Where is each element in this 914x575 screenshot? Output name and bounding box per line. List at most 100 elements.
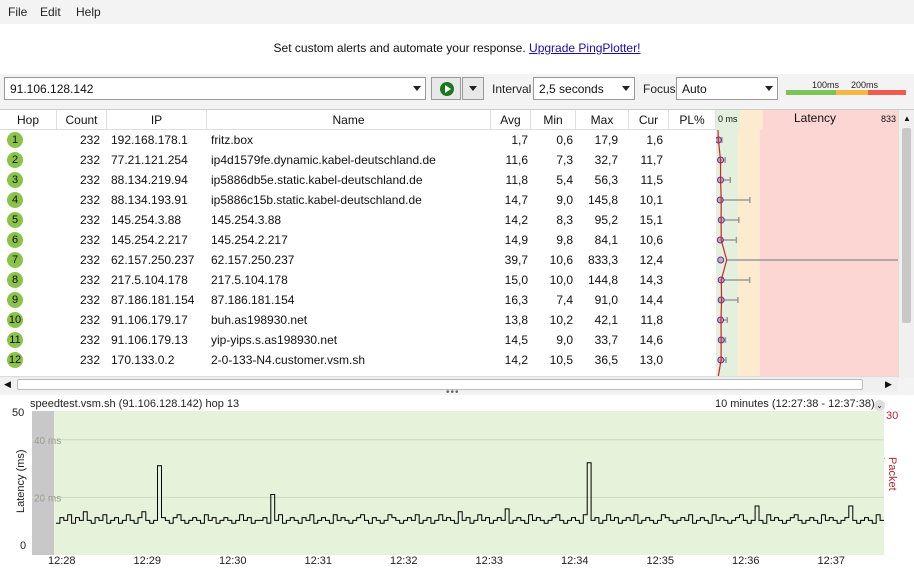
- cell-max: 95,2: [594, 213, 618, 227]
- scroll-thumb[interactable]: [902, 128, 911, 323]
- cell-max: 17,9: [594, 133, 618, 147]
- cell-min: 9,0: [556, 333, 573, 347]
- cell-min: 7,4: [556, 293, 573, 307]
- cell-name: 145.254.2.217: [211, 233, 288, 247]
- cell-max: 33,7: [594, 333, 618, 347]
- cell-cur: 12,4: [639, 253, 663, 267]
- cell-cur: 13,0: [639, 353, 663, 367]
- cell-ip: 87.186.181.154: [111, 293, 195, 307]
- grid-header: Hop Count IP Name Avg Min Max Cur PL% 0 …: [0, 110, 914, 130]
- cell-cur: 10,1: [639, 193, 663, 207]
- cell-avg: 11,6: [505, 153, 528, 167]
- cell-count: 232: [79, 313, 100, 327]
- cell-ip: 170.133.0.2: [111, 353, 175, 367]
- cell-max: 56,3: [594, 173, 618, 187]
- time-range[interactable]: 10 minutes (12:27:38 - 12:37:38): [715, 398, 875, 410]
- upgrade-link[interactable]: Upgrade PingPlotter!: [529, 41, 640, 55]
- x-tick-label: 12:37: [817, 555, 846, 567]
- col-max[interactable]: Max: [576, 110, 629, 130]
- menu-help[interactable]: Help: [76, 5, 101, 19]
- focus-label: Focus: [643, 82, 676, 96]
- col-ip[interactable]: IP: [107, 110, 207, 130]
- latency-zone-warn: [737, 130, 760, 378]
- toolbar: 91.106.128.142 Interval 2,5 seconds Focu…: [0, 74, 914, 104]
- col-count[interactable]: Count: [57, 110, 107, 130]
- start-options-button[interactable]: [462, 77, 484, 100]
- cell-min: 10,5: [549, 353, 573, 367]
- latency-header: 0 ms Latency 833: [716, 110, 898, 130]
- table-row[interactable]: 6 232 145.254.2.217 145.254.2.217 14,9 9,8 84,…: [0, 230, 716, 250]
- cell-cur: 1,6: [646, 133, 663, 147]
- cell-cur: 11,7: [640, 153, 663, 167]
- table-row[interactable]: 2 232 77.21.121.254 ip4d1579fe.dynamic.kabe…: [0, 150, 716, 170]
- table-row[interactable]: 3 232 88.134.219.94 ip5886db5e.static.kabel…: [0, 170, 716, 190]
- cell-max: 84,1: [594, 233, 618, 247]
- cell-count: 232: [79, 233, 100, 247]
- cell-max: 833,3: [587, 253, 618, 267]
- latency-scale-good: [786, 90, 836, 95]
- menu-edit[interactable]: Edit: [40, 5, 61, 19]
- hop-number-badge: 1: [7, 132, 23, 148]
- menu-file[interactable]: File: [8, 5, 27, 19]
- table-row[interactable]: 4 232 88.134.193.91 ip5886c15b.static.kabel…: [0, 190, 716, 210]
- cell-avg: 15,0: [504, 273, 528, 287]
- vertical-scrollbar[interactable]: ▲: [898, 110, 914, 378]
- cell-count: 232: [79, 353, 100, 367]
- start-trace-button[interactable]: [431, 77, 461, 100]
- col-hop[interactable]: Hop: [0, 110, 57, 130]
- chevron-down-icon: [765, 86, 773, 91]
- col-pl[interactable]: PL%: [669, 110, 716, 130]
- table-row[interactable]: 10 232 91.106.179.17 buh.as198930.net 13,8 10…: [0, 310, 716, 330]
- target-combobox[interactable]: 91.106.128.142: [4, 77, 426, 100]
- cell-ip: 91.106.179.13: [111, 333, 188, 347]
- table-row[interactable]: 12 232 170.133.0.2 2-0-133-N4.customer.vsm.…: [0, 350, 716, 370]
- table-row[interactable]: 7 232 62.157.250.237 62.157.250.237 39,7 10,6…: [0, 250, 716, 270]
- cell-ip: 88.134.219.94: [111, 173, 188, 187]
- cell-ip: 217.5.104.178: [111, 273, 188, 287]
- interval-value: 2,5 seconds: [539, 82, 604, 96]
- cell-min: 8,3: [556, 213, 573, 227]
- chevron-down-icon: [622, 86, 630, 91]
- interval-select[interactable]: 2,5 seconds: [533, 77, 635, 100]
- cell-avg: 11,8: [505, 173, 528, 187]
- scroll-up-icon[interactable]: ▲: [903, 114, 911, 123]
- table-row[interactable]: 9 232 87.186.181.154 87.186.181.154 16,3 7,4 9…: [0, 290, 716, 310]
- cell-cur: 14,6: [639, 333, 663, 347]
- chevron-down-icon[interactable]: [413, 86, 421, 91]
- col-avg[interactable]: Avg: [491, 110, 531, 130]
- latency-zone-bad: [759, 130, 898, 378]
- cell-ip: 145.254.3.88: [111, 213, 182, 227]
- hscroll-thumb[interactable]: [17, 379, 863, 390]
- x-tick-label: 12:35: [646, 555, 675, 567]
- cell-max: 36,5: [594, 353, 618, 367]
- cell-count: 232: [79, 293, 100, 307]
- cell-name: 62.157.250.237: [211, 253, 295, 267]
- x-tick-label: 12:28: [48, 555, 76, 567]
- table-row[interactable]: 8 232 217.5.104.178 217.5.104.178 15,0 10,0 14…: [0, 270, 716, 290]
- hop-number-badge: 12: [7, 352, 23, 368]
- scroll-right-icon[interactable]: ▶: [885, 379, 892, 390]
- cell-ip: 145.254.2.217: [111, 233, 188, 247]
- cell-count: 232: [79, 173, 100, 187]
- table-row[interactable]: 5 232 145.254.3.88 145.254.3.88 14,2 8,3 95,2 1…: [0, 210, 716, 230]
- latency-start: 0 ms: [718, 114, 738, 124]
- chart-background: [54, 411, 884, 555]
- chevron-down-icon[interactable]: ⌄: [874, 400, 885, 411]
- cell-min: 7,3: [556, 153, 573, 167]
- hop-number-badge: 11: [7, 332, 23, 348]
- target-value: 91.106.128.142: [10, 82, 94, 96]
- cell-name: ip5886db5e.static.kabel-deutschland.de: [211, 173, 423, 187]
- hop-title: speedtest.vsm.sh (91.106.128.142) hop 13: [30, 398, 240, 410]
- table-row[interactable]: 1 232 192.168.178.1 fritz.box 1,7 0,6 17,9 1,6: [0, 130, 716, 150]
- table-row[interactable]: 11 232 91.106.179.13 yip-yips.s.as198930.ne…: [0, 330, 716, 350]
- scroll-left-icon[interactable]: ◀: [4, 379, 11, 390]
- banner-message: Set custom alerts and automate your resp…: [0, 41, 914, 55]
- col-cur[interactable]: Cur: [629, 110, 669, 130]
- col-min[interactable]: Min: [531, 110, 576, 130]
- cell-min: 0,6: [556, 133, 573, 147]
- cell-max: 42,1: [594, 313, 618, 327]
- focus-select[interactable]: Auto: [676, 77, 778, 100]
- cell-cur: 15,1: [639, 213, 663, 227]
- hop-number-badge: 3: [7, 172, 23, 188]
- col-name[interactable]: Name: [207, 110, 491, 130]
